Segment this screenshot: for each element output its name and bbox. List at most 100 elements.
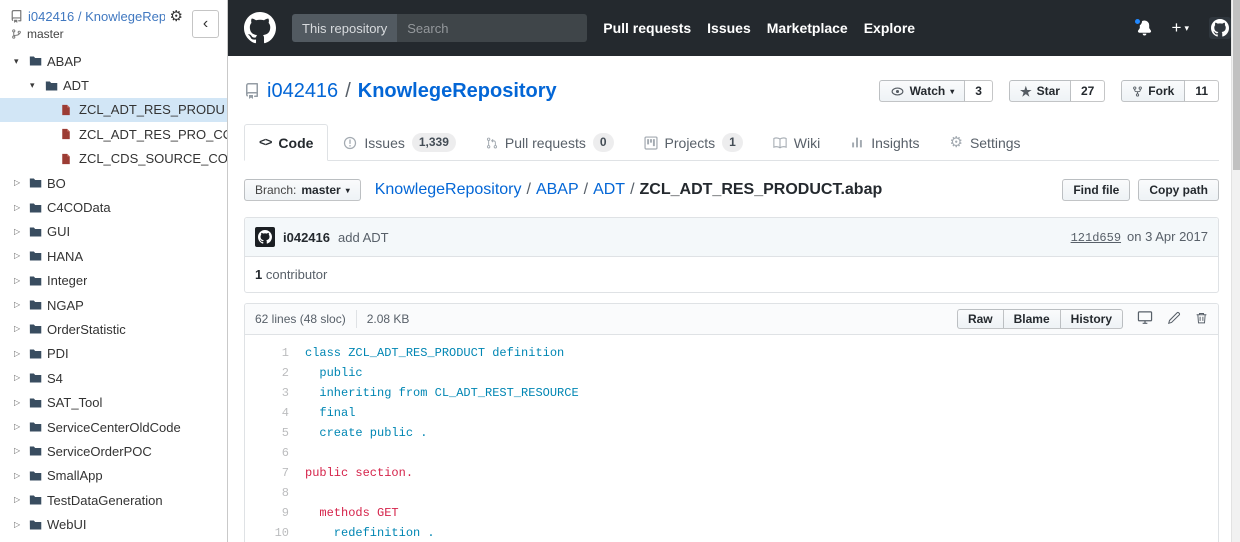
commit-author-avatar[interactable] (255, 227, 275, 247)
chevron-expanded-icon[interactable]: ▾ (14, 56, 28, 66)
chevron-collapsed-icon[interactable]: ▷ (14, 398, 28, 407)
tab-label: Code (278, 134, 314, 151)
line-number[interactable]: 10 (245, 523, 289, 542)
tree-folder-servicecenteroldcode[interactable]: ▷ ServiceCenterOldCode (0, 415, 227, 439)
repo-owner-link[interactable]: i042416 (267, 76, 338, 106)
tab-issues[interactable]: Issues 1,339 (328, 124, 471, 161)
chevron-collapsed-icon[interactable]: ▷ (14, 276, 28, 285)
delete-file-button[interactable] (1195, 311, 1208, 328)
chevron-collapsed-icon[interactable]: ▷ (14, 301, 28, 309)
tab-projects[interactable]: Projects 1 (629, 124, 758, 161)
nav-marketplace[interactable]: Marketplace (767, 20, 848, 36)
tree-folder-ngap[interactable]: ▷ NGAP (0, 293, 227, 317)
github-logo-icon[interactable] (244, 12, 276, 44)
code-text: public (305, 366, 363, 380)
commit-author-link[interactable]: i042416 (283, 230, 330, 245)
scrollbar-thumb[interactable] (1233, 0, 1240, 170)
line-number[interactable]: 8 (245, 483, 289, 503)
watch-count[interactable]: 3 (965, 80, 993, 102)
tab-wiki[interactable]: Wiki (758, 124, 835, 161)
tree-folder-smallapp[interactable]: ▷ SmallApp (0, 464, 227, 488)
search-input[interactable] (397, 14, 588, 42)
tab-settings[interactable]: ⚙ Settings (934, 124, 1035, 161)
watch-button[interactable]: Watch ▾ (878, 80, 966, 102)
tree-folder-bo[interactable]: ▷ BO (0, 171, 227, 195)
find-file-button[interactable]: Find file (1062, 179, 1131, 201)
tree-folder-integer[interactable]: ▷ Integer (0, 269, 227, 293)
chevron-collapsed-icon[interactable]: ▷ (14, 423, 28, 431)
commit-message-link[interactable]: add ADT (338, 230, 389, 245)
chevron-collapsed-icon[interactable]: ▷ (14, 325, 28, 333)
star-button[interactable]: ★ Star (1008, 80, 1071, 102)
tree-folder-gui[interactable]: ▷ GUI (0, 220, 227, 244)
nav-issues[interactable]: Issues (707, 20, 751, 36)
chevron-collapsed-icon[interactable]: ▷ (14, 496, 28, 504)
line-number[interactable]: 3 (245, 383, 289, 403)
chevron-collapsed-icon[interactable]: ▷ (14, 252, 28, 260)
edit-file-button[interactable] (1167, 311, 1181, 328)
contributors-row[interactable]: 1 contributor (245, 257, 1218, 292)
nav-pull-requests[interactable]: Pull requests (603, 20, 691, 36)
tree-folder-sat-tool[interactable]: ▷ SAT_Tool (0, 390, 227, 414)
chevron-collapsed-icon[interactable]: ▷ (14, 447, 28, 455)
copy-path-button[interactable]: Copy path (1138, 179, 1219, 201)
breadcrumb-separator: / (630, 181, 635, 198)
tree-file-zcl-cds-source-co[interactable]: ZCL_CDS_SOURCE_CO (0, 147, 227, 171)
tree-folder-serviceorderpoc[interactable]: ▷ ServiceOrderPOC (0, 439, 227, 463)
tree-folder-abap[interactable]: ▾ ABAP (0, 49, 227, 73)
raw-button[interactable]: Raw (956, 309, 1004, 329)
open-in-desktop-button[interactable] (1137, 310, 1153, 328)
tree-folder-testdatageneration[interactable]: ▷ TestDataGeneration (0, 488, 227, 512)
line-number[interactable]: 4 (245, 403, 289, 423)
tree-item-label: C4COData (47, 200, 111, 216)
chevron-collapsed-icon[interactable]: ▷ (14, 471, 28, 480)
chevron-collapsed-icon[interactable]: ▷ (14, 349, 28, 358)
tree-folder-webui[interactable]: ▷ WebUI (0, 512, 227, 536)
chevron-collapsed-icon[interactable]: ▷ (14, 520, 28, 529)
commit-hash-link[interactable]: 121d659 (1071, 231, 1121, 245)
tree-item-label: Integer (47, 273, 88, 289)
tab-code[interactable]: <> Code (244, 124, 329, 161)
sidebar-collapse-button[interactable]: ‹ (192, 10, 219, 38)
user-avatar[interactable] (1209, 17, 1231, 39)
chevron-collapsed-icon[interactable]: ▷ (14, 227, 28, 236)
breadcrumb-repo-link[interactable]: KnowlegeRepository (375, 181, 522, 198)
chevron-collapsed-icon[interactable]: ▷ (14, 203, 28, 212)
tree-folder-orderstatistic[interactable]: ▷ OrderStatistic (0, 317, 227, 341)
tab-insights[interactable]: Insights (835, 124, 934, 161)
chevron-expanded-icon[interactable]: ▾ (30, 81, 44, 90)
sidebar-branch-label: master (27, 27, 64, 41)
fork-count[interactable]: 11 (1185, 80, 1219, 102)
sidebar-settings-gear-icon[interactable]: ⚙ (170, 9, 183, 24)
fork-button[interactable]: Fork (1121, 80, 1186, 102)
tree-folder-c4codata[interactable]: ▷ C4COData (0, 195, 227, 219)
header-right: + ▾ (1132, 17, 1231, 39)
tree-folder-adt[interactable]: ▾ ADT (0, 73, 227, 97)
notifications-bell-icon[interactable] (1132, 17, 1152, 36)
line-number[interactable]: 7 (245, 463, 289, 483)
sidebar-repo-link[interactable]: i042416 / KnowlegeRep... (28, 9, 165, 24)
tree-folder-s4[interactable]: ▷ S4 (0, 366, 227, 390)
tree-folder-pdi[interactable]: ▷ PDI (0, 342, 227, 366)
chevron-collapsed-icon[interactable]: ▷ (14, 179, 28, 187)
tree-file-zcl-adt-res-product[interactable]: ZCL_ADT_RES_PRODU (0, 97, 227, 123)
page-scrollbar[interactable] (1231, 0, 1240, 542)
nav-explore[interactable]: Explore (864, 20, 915, 36)
create-new-button[interactable]: + ▾ (1172, 18, 1189, 38)
tab-pull-requests[interactable]: Pull requests 0 (471, 124, 629, 161)
star-count[interactable]: 27 (1070, 80, 1106, 102)
tree-file-zcl-adt-res-pro-co[interactable]: ZCL_ADT_RES_PRO_CO (0, 122, 227, 146)
breadcrumb-folder-link[interactable]: ADT (593, 181, 625, 198)
blame-button[interactable]: Blame (1003, 309, 1061, 329)
line-number[interactable]: 2 (245, 363, 289, 383)
line-number[interactable]: 1 (245, 343, 289, 363)
repo-name-link[interactable]: KnowlegeRepository (358, 76, 557, 106)
history-button[interactable]: History (1060, 309, 1123, 329)
chevron-collapsed-icon[interactable]: ▷ (14, 374, 28, 382)
line-number[interactable]: 9 (245, 503, 289, 523)
line-number[interactable]: 6 (245, 443, 289, 463)
branch-selector-button[interactable]: Branch: master ▾ (244, 179, 361, 201)
line-number[interactable]: 5 (245, 423, 289, 443)
breadcrumb-folder-link[interactable]: ABAP (536, 181, 579, 198)
tree-folder-hana[interactable]: ▷ HANA (0, 244, 227, 268)
